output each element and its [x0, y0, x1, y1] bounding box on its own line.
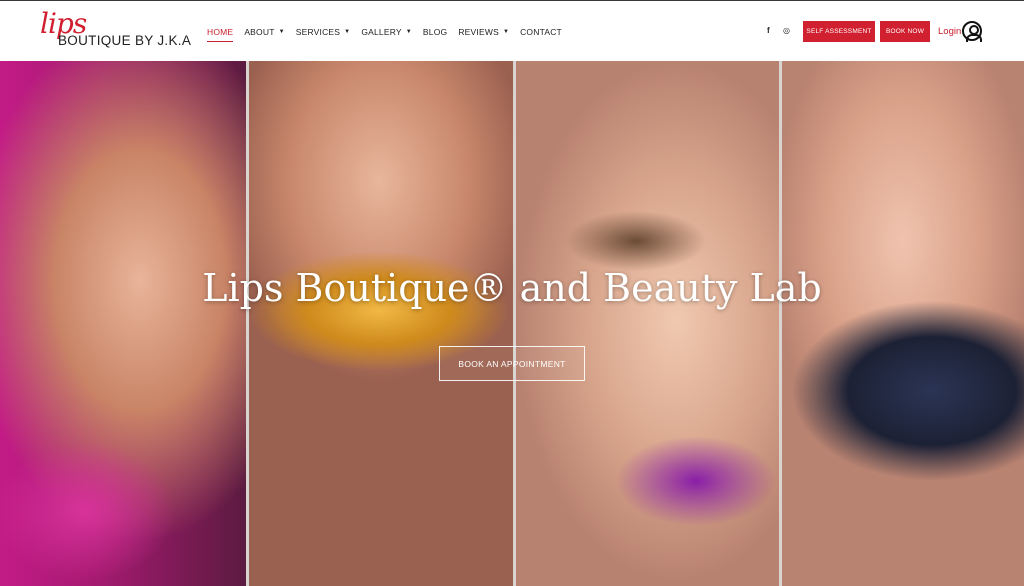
instagram-icon[interactable]: ◎	[783, 26, 790, 35]
hero-image-panel-2	[249, 61, 513, 586]
logo-text: BOUTIQUE BY J.K.A	[58, 33, 192, 48]
book-appointment-button[interactable]: BOOK AN APPOINTMENT	[439, 346, 585, 381]
book-now-label: BOOK NOW	[885, 28, 925, 35]
nav-about[interactable]: ABOUT ▼	[244, 22, 284, 42]
self-assessment-label: SELF ASSESSMENT	[806, 28, 872, 35]
chevron-down-icon: ▼	[502, 28, 510, 35]
nav-home[interactable]: HOME	[207, 22, 234, 42]
hero-image-panel-3	[516, 61, 779, 586]
self-assessment-button[interactable]: SELF ASSESSMENT	[803, 21, 875, 42]
book-now-button[interactable]: BOOK NOW	[880, 21, 930, 42]
facebook-icon[interactable]: f	[767, 26, 770, 35]
nav-blog[interactable]: BLOG	[423, 22, 447, 42]
chevron-down-icon: ▼	[278, 28, 285, 35]
chevron-down-icon: ▼	[405, 28, 412, 35]
site-header: lips BOUTIQUE BY J.K.A HOME ABOUT ▼ SERVI…	[0, 0, 1024, 61]
nav-home-label: HOME	[207, 26, 234, 37]
logo[interactable]: lips BOUTIQUE BY J.K.A	[38, 7, 192, 53]
nav-gallery[interactable]: GALLERY ▼	[361, 22, 412, 42]
book-appointment-label: BOOK AN APPOINTMENT	[458, 358, 566, 369]
main-nav: HOME ABOUT ▼ SERVICES ▼ GALLERY ▼ BLOG REVI…	[207, 1, 573, 62]
nav-services-label: SERVICES	[295, 26, 341, 37]
nav-contact[interactable]: CONTACT	[520, 22, 562, 42]
nav-contact-label: CONTACT	[520, 26, 562, 37]
user-icon[interactable]	[962, 21, 982, 42]
hero-image-panel-1	[0, 61, 246, 586]
nav-reviews-label: REVIEWS	[458, 26, 499, 37]
nav-services[interactable]: SERVICES ▼	[296, 22, 351, 42]
nav-gallery-label: GALLERY	[361, 26, 402, 37]
nav-reviews[interactable]: REVIEWS ▼	[458, 22, 509, 42]
hero-image-panel-4	[782, 61, 1024, 586]
hero-banner: Lips Boutique® and Beauty Lab BOOK AN AP…	[0, 61, 1024, 586]
nav-blog-label: BLOG	[422, 26, 448, 37]
login-link[interactable]: Login	[938, 26, 961, 37]
hero-title: Lips Boutique® and Beauty Lab	[202, 266, 822, 310]
chevron-down-icon: ▼	[344, 28, 351, 35]
nav-about-label: ABOUT	[244, 26, 275, 37]
